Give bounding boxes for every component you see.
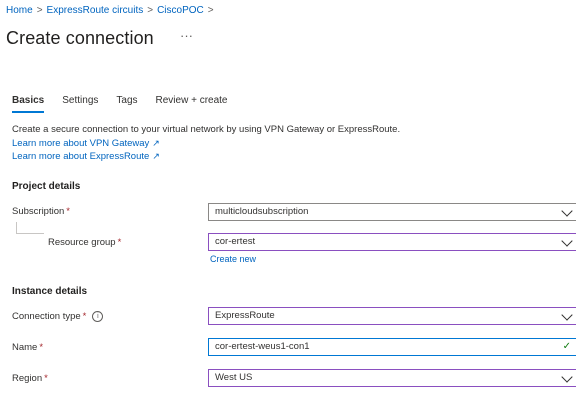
- breadcrumb-separator: >: [147, 5, 154, 16]
- breadcrumb: Home > ExpressRoute circuits > CiscoPOC >: [6, 5, 218, 16]
- instance-details-heading: Instance details: [12, 286, 88, 297]
- connection-type-label: Connection type * i: [12, 311, 104, 323]
- chevron-down-icon: [561, 371, 573, 383]
- subscription-dropdown[interactable]: multicloudsubscription: [208, 203, 576, 221]
- resource-group-label: Resource group *: [48, 237, 121, 248]
- external-link-icon: ↗: [152, 138, 160, 148]
- breadcrumb-expressroute-circuits[interactable]: ExpressRoute circuits: [47, 5, 144, 16]
- name-label: Name *: [12, 342, 43, 353]
- tree-connector: [16, 233, 44, 234]
- learn-more-expressroute-link[interactable]: Learn more about ExpressRoute ↗: [12, 151, 160, 162]
- subscription-label: Subscription *: [12, 206, 70, 217]
- tab-tags[interactable]: Tags: [116, 95, 137, 110]
- resource-group-label-text: Resource group: [48, 237, 116, 248]
- chevron-down-icon: [561, 309, 573, 321]
- info-icon[interactable]: i: [92, 311, 104, 322]
- required-marker: *: [44, 373, 48, 384]
- more-options-button[interactable]: ···: [180, 28, 193, 43]
- breadcrumb-ciscopoc[interactable]: CiscoPOC: [157, 5, 204, 16]
- connection-type-label-text: Connection type: [12, 311, 81, 323]
- connection-type-dropdown[interactable]: ExpressRoute: [208, 307, 576, 325]
- breadcrumb-separator: >: [207, 5, 214, 16]
- required-marker: *: [66, 206, 70, 217]
- required-marker: *: [39, 342, 44, 353]
- tab-basics[interactable]: Basics: [12, 95, 45, 113]
- chevron-down-icon: [561, 235, 573, 247]
- name-input[interactable]: cor-ertest-weus1-con1 ✓: [208, 338, 576, 356]
- region-value: West US: [215, 372, 253, 383]
- required-marker: *: [117, 237, 122, 248]
- tab-bar: Basics Settings Tags Review + create: [12, 95, 228, 113]
- region-dropdown[interactable]: West US: [208, 369, 576, 387]
- tab-settings[interactable]: Settings: [62, 95, 98, 110]
- connection-type-value: ExpressRoute: [215, 310, 275, 321]
- required-marker: *: [82, 311, 87, 323]
- breadcrumb-separator: >: [36, 5, 43, 16]
- breadcrumb-home[interactable]: Home: [6, 5, 33, 16]
- region-label: Region *: [12, 373, 48, 384]
- region-label-text: Region: [12, 373, 43, 384]
- chevron-down-icon: [561, 205, 573, 217]
- subscription-label-text: Subscription: [12, 206, 65, 217]
- page-title: Create connection: [6, 28, 154, 48]
- resource-group-value: cor-ertest: [215, 236, 256, 247]
- learn-more-vpn-gateway-label: Learn more about VPN Gateway: [12, 138, 150, 149]
- tab-review-create[interactable]: Review + create: [156, 95, 228, 110]
- project-details-heading: Project details: [12, 181, 81, 192]
- learn-more-vpn-gateway-link[interactable]: Learn more about VPN Gateway ↗: [12, 138, 160, 149]
- external-link-icon: ↗: [152, 151, 160, 161]
- create-new-resource-group-link[interactable]: Create new: [210, 254, 256, 264]
- learn-more-expressroute-label: Learn more about ExpressRoute: [12, 151, 150, 162]
- subscription-value: multicloudsubscription: [215, 206, 309, 217]
- name-value: cor-ertest-weus1-con1: [215, 341, 310, 352]
- intro-description: Create a secure connection to your virtu…: [12, 124, 401, 135]
- checkmark-icon: ✓: [562, 341, 571, 352]
- resource-group-dropdown[interactable]: cor-ertest: [208, 233, 576, 251]
- name-label-text: Name: [12, 342, 38, 353]
